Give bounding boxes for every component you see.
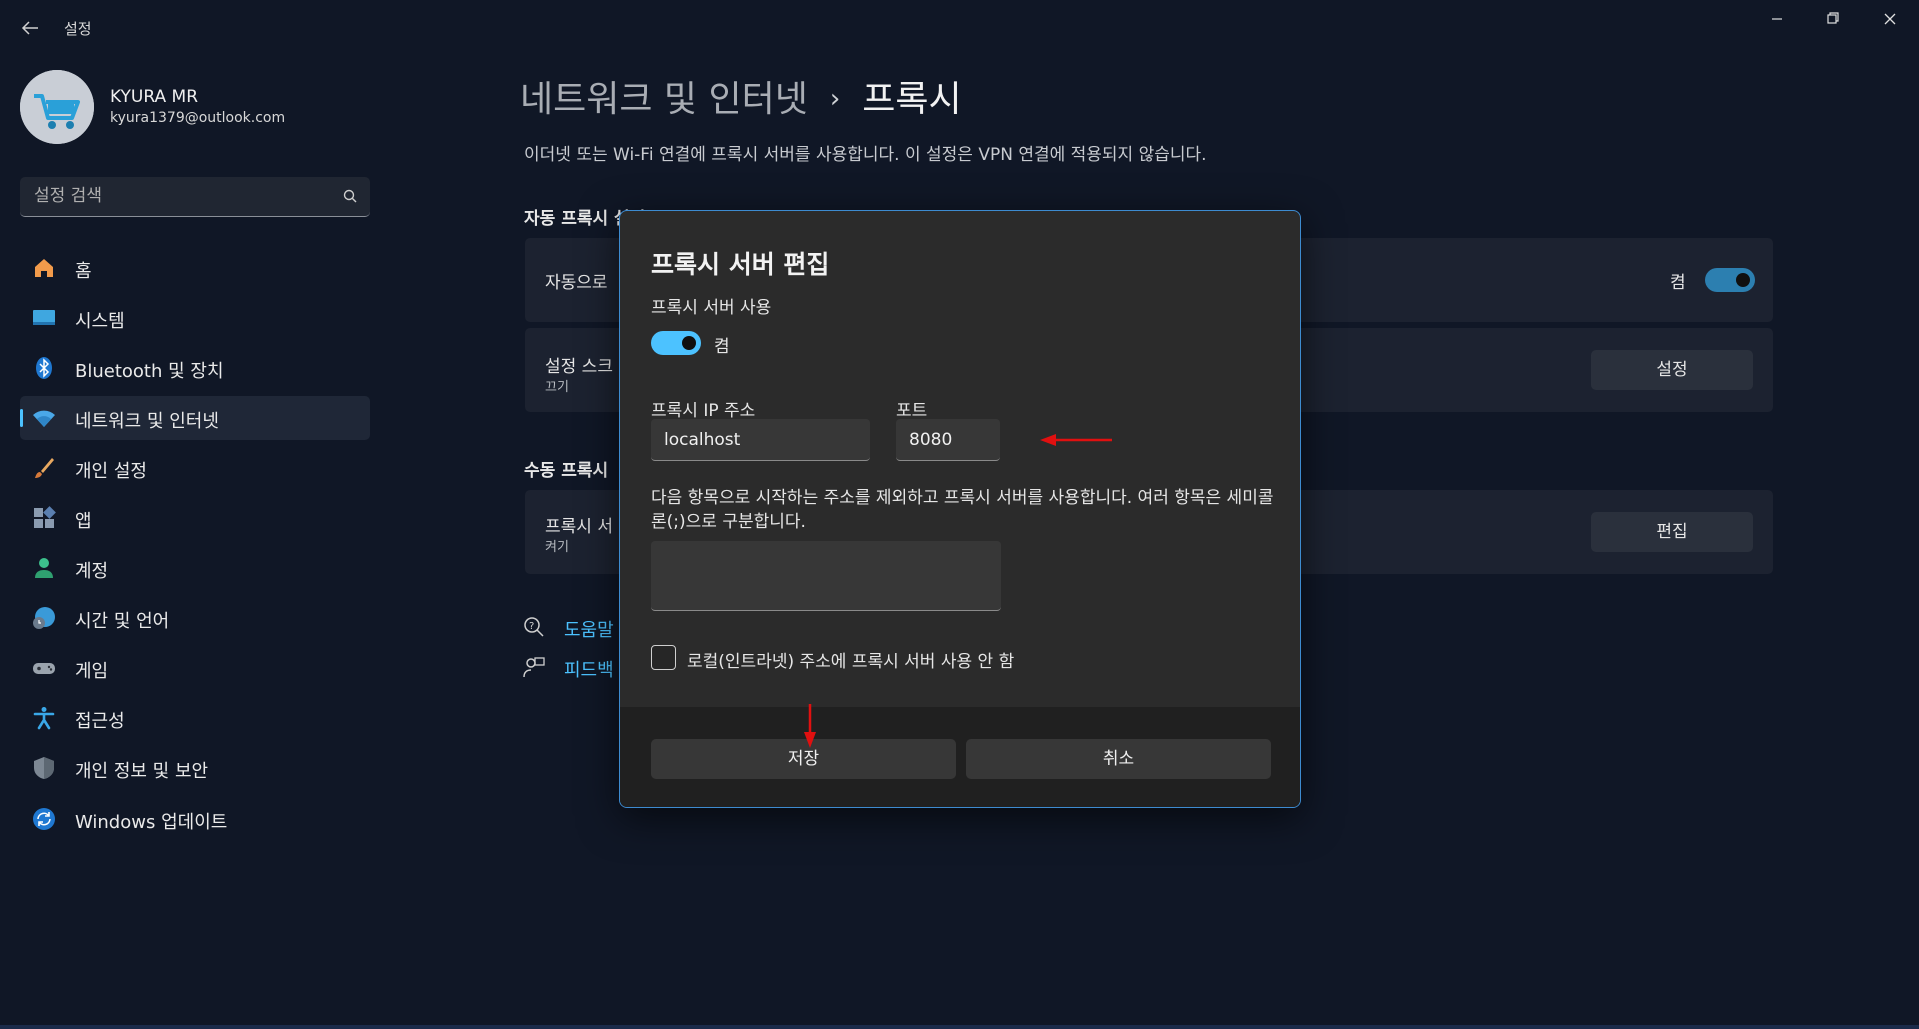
sidebar-item-privacy[interactable]: 개인 정보 및 보안 bbox=[20, 746, 370, 790]
manual-proxy-label: 프록시 서 bbox=[545, 517, 613, 537]
user-name: KYURA MR bbox=[110, 87, 199, 107]
toggle-knob bbox=[1736, 273, 1750, 287]
account-icon bbox=[35, 558, 53, 578]
back-arrow-icon[interactable] bbox=[18, 16, 42, 40]
taskbar-edge bbox=[0, 1025, 1919, 1029]
edit-proxy-dialog: 프록시 서버 편집 프록시 서버 사용 켬 프록시 IP 주소 포트 다음 항목… bbox=[619, 210, 1301, 808]
update-icon bbox=[33, 808, 55, 830]
apps-icon bbox=[34, 506, 56, 528]
sidebar-item-network[interactable]: 네트워크 및 인터넷 bbox=[20, 396, 370, 440]
edit-button[interactable]: 편집 bbox=[1591, 512, 1753, 552]
wifi-icon bbox=[33, 410, 55, 427]
restore-icon[interactable] bbox=[1810, 6, 1856, 32]
sidebar-item-gaming[interactable]: 게임 bbox=[20, 646, 370, 690]
help-icon: ? bbox=[524, 617, 544, 637]
sidebar-item-label: 홈 bbox=[75, 261, 92, 282]
avatar[interactable] bbox=[20, 70, 94, 144]
sidebar-item-label: 시스템 bbox=[75, 311, 125, 332]
sidebar-item-time-language[interactable]: 시간 및 언어 bbox=[20, 596, 370, 640]
svg-text:?: ? bbox=[529, 621, 534, 632]
sidebar-item-label: Windows 업데이트 bbox=[75, 812, 228, 833]
feedback-link[interactable]: 피드백 bbox=[564, 656, 614, 682]
sidebar-item-accessibility[interactable]: 접근성 bbox=[20, 696, 370, 740]
sidebar-item-label: 앱 bbox=[75, 511, 92, 532]
search-input[interactable] bbox=[20, 177, 330, 215]
window-title: 설정 bbox=[64, 20, 92, 38]
use-proxy-toggle[interactable] bbox=[651, 331, 701, 355]
sidebar-item-system[interactable]: 시스템 bbox=[20, 296, 370, 340]
shield-icon bbox=[34, 757, 54, 779]
bluetooth-icon bbox=[36, 357, 52, 379]
close-icon[interactable] bbox=[1867, 6, 1913, 32]
sidebar-item-windows-update[interactable]: Windows 업데이트 bbox=[20, 797, 370, 841]
sidebar-item-label: 게임 bbox=[75, 661, 109, 682]
dialog-title: 프록시 서버 편집 bbox=[651, 250, 830, 279]
auto-detect-label: 자동으로 bbox=[545, 273, 608, 293]
globe-clock-icon bbox=[33, 607, 55, 629]
toggle-knob bbox=[682, 336, 696, 350]
breadcrumb: 네트워크 및 인터넷 › 프록시 bbox=[520, 70, 962, 122]
port-input[interactable] bbox=[896, 419, 1000, 461]
sidebar-item-home[interactable]: 홈 bbox=[20, 246, 370, 290]
bypass-local-checkbox[interactable] bbox=[651, 645, 676, 670]
breadcrumb-parent[interactable]: 네트워크 및 인터넷 bbox=[520, 79, 808, 120]
bypass-local-label: 로컬(인트라넷) 주소에 프록시 서버 사용 안 함 bbox=[687, 652, 1015, 672]
auto-detect-toggle[interactable] bbox=[1705, 268, 1755, 292]
port-label: 포트 bbox=[896, 401, 928, 421]
active-indicator bbox=[20, 409, 23, 427]
sidebar-item-label: 접근성 bbox=[75, 711, 125, 732]
sidebar-item-label: 네트워크 및 인터넷 bbox=[75, 411, 219, 432]
page-description: 이더넷 또는 Wi-Fi 연결에 프록시 서버를 사용합니다. 이 설정은 VP… bbox=[524, 145, 1207, 165]
setup-script-button[interactable]: 설정 bbox=[1591, 350, 1753, 390]
sidebar-item-label: 개인 정보 및 보안 bbox=[75, 761, 209, 782]
page-title: 프록시 bbox=[862, 79, 962, 120]
ip-address-input[interactable] bbox=[651, 419, 870, 461]
auto-detect-state: 켬 bbox=[1670, 273, 1686, 293]
setup-script-label: 설정 스크 bbox=[545, 357, 613, 377]
gamepad-icon bbox=[33, 663, 55, 674]
use-proxy-label: 프록시 서버 사용 bbox=[651, 298, 772, 318]
sidebar-item-label: 개인 설정 bbox=[75, 461, 147, 482]
setup-script-status: 끄기 bbox=[545, 380, 569, 395]
manual-proxy-status: 켜기 bbox=[545, 540, 569, 555]
help-link[interactable]: 도움말 bbox=[564, 616, 614, 642]
accessibility-icon bbox=[33, 707, 55, 730]
breadcrumb-separator: › bbox=[829, 84, 841, 114]
minimize-icon[interactable] bbox=[1754, 6, 1800, 32]
search-box[interactable] bbox=[20, 177, 370, 217]
cancel-button[interactable]: 취소 bbox=[966, 739, 1271, 779]
annotation-arrow-left-icon bbox=[1040, 434, 1112, 446]
sidebar-item-personalization[interactable]: 개인 설정 bbox=[20, 446, 370, 490]
brush-icon bbox=[35, 458, 54, 478]
sidebar-item-label: Bluetooth 및 장치 bbox=[75, 361, 224, 382]
manual-section-title: 수동 프록시 bbox=[524, 461, 609, 481]
search-icon[interactable] bbox=[342, 188, 358, 204]
feedback-icon bbox=[523, 657, 545, 678]
home-icon bbox=[35, 259, 53, 277]
exceptions-description: 다음 항목으로 시작하는 주소를 제외하고 프록시 서버를 사용합니다. 여러 … bbox=[651, 488, 1274, 532]
system-icon bbox=[33, 310, 55, 325]
exceptions-input[interactable] bbox=[651, 541, 1001, 611]
ip-address-label: 프록시 IP 주소 bbox=[651, 401, 756, 421]
annotation-arrow-down-icon bbox=[804, 704, 816, 748]
sidebar-item-bluetooth[interactable]: Bluetooth 및 장치 bbox=[20, 346, 370, 390]
dialog-footer: 저장 취소 bbox=[620, 707, 1300, 807]
sidebar-item-apps[interactable]: 앱 bbox=[20, 496, 370, 540]
sidebar-item-label: 시간 및 언어 bbox=[75, 611, 170, 632]
sidebar-item-label: 계정 bbox=[75, 561, 109, 582]
user-email: kyura1379@outlook.com bbox=[110, 110, 286, 126]
sidebar-item-accounts[interactable]: 계정 bbox=[20, 546, 370, 590]
use-proxy-state: 켬 bbox=[714, 337, 730, 357]
